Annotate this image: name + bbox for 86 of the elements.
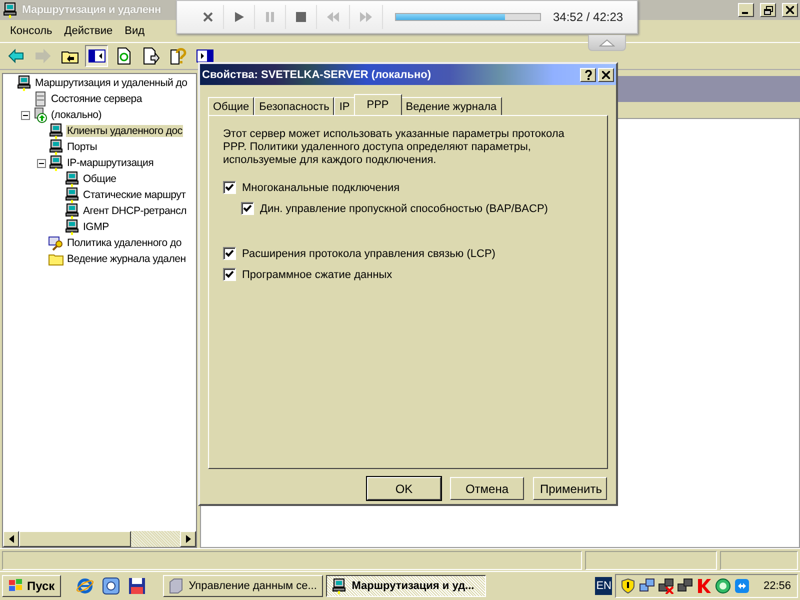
- app-icon[interactable]: [102, 577, 120, 595]
- computer-icon: [48, 139, 64, 155]
- computer-icon: [2, 2, 18, 18]
- tree-item[interactable]: Агент DHCP-ретрансл: [82, 205, 188, 217]
- network-icon[interactable]: [639, 578, 656, 594]
- window-title: Маршрутизация и удаленн: [22, 4, 161, 16]
- arrow-icon: [34, 47, 52, 65]
- computer-icon: [64, 187, 80, 203]
- checkbox[interactable]: [223, 268, 236, 281]
- tree-item[interactable]: IP-маршрутизация: [66, 157, 155, 169]
- checkbox[interactable]: [241, 202, 254, 215]
- clock: 22:56: [763, 580, 791, 592]
- tree-item[interactable]: Общие: [82, 173, 118, 185]
- computer-icon: [48, 155, 64, 171]
- checkbox-label: Программное сжатие данных: [242, 268, 392, 280]
- up-arrow-icon: [599, 38, 615, 46]
- restore-icon: [764, 6, 772, 14]
- browser-icon[interactable]: [76, 577, 94, 595]
- computer-icon: [64, 219, 80, 235]
- tab[interactable]: Общие: [208, 97, 254, 115]
- collapse-tab[interactable]: [588, 35, 626, 51]
- computer-icon: [330, 578, 347, 594]
- network-icon[interactable]: [677, 578, 694, 594]
- checkbox-label: Многоканальные подключения: [242, 182, 400, 194]
- menu-item[interactable]: Консоль: [4, 25, 58, 37]
- menu-item[interactable]: Вид: [118, 25, 151, 37]
- tree-item[interactable]: Политика удаленного до: [66, 237, 182, 249]
- checkbox-label: Дин. управление пропускной способностью (BAP/BACP): [260, 202, 548, 214]
- tree-item[interactable]: Порты: [66, 141, 98, 153]
- left-arrow-icon: [8, 535, 14, 543]
- help-icon: [168, 47, 186, 65]
- tab[interactable]: Ведение журнала: [400, 97, 502, 115]
- restore-button[interactable]: [760, 3, 776, 17]
- taskbar-button[interactable]: Маршрутизация и уд...: [326, 575, 486, 597]
- tree-item[interactable]: Статические маршрут: [82, 189, 187, 201]
- menu-item[interactable]: Действие: [58, 25, 119, 37]
- help-icon: [584, 70, 592, 80]
- checkbox[interactable]: [223, 181, 236, 194]
- panel-icon: [88, 47, 106, 65]
- dialog-button[interactable]: Применить: [533, 477, 607, 500]
- stop-icon[interactable]: [295, 11, 307, 23]
- collapse-toggle[interactable]: [37, 158, 46, 168]
- dialog-button[interactable]: OK: [367, 477, 441, 500]
- right-arrow-icon: [186, 535, 190, 543]
- close-button[interactable]: [782, 3, 798, 17]
- start-button[interactable]: Пуск: [2, 575, 61, 597]
- close-button[interactable]: [598, 68, 614, 82]
- close-icon: [602, 70, 610, 78]
- toolbar-button[interactable]: [85, 45, 108, 67]
- minimize-button[interactable]: [738, 3, 754, 17]
- shield-icon[interactable]: [620, 578, 636, 594]
- tree-item[interactable]: IGMP: [82, 221, 110, 233]
- language-indicator[interactable]: EN: [595, 577, 612, 595]
- computer-icon: [64, 203, 80, 219]
- computer-icon: [48, 123, 64, 139]
- tree-item[interactable]: (локально): [50, 109, 102, 121]
- computer-icon: [64, 171, 80, 187]
- windows-logo-icon: [8, 579, 24, 593]
- policy-icon: [48, 235, 64, 251]
- tree-item[interactable]: Состояние сервера: [50, 93, 143, 105]
- tree-item[interactable]: Ведение журнала удален: [66, 253, 187, 265]
- remote-control-icon[interactable]: [734, 578, 750, 594]
- collapse-toggle[interactable]: [21, 110, 30, 120]
- playback-time: 34:52 / 42:23: [553, 10, 624, 24]
- close-icon[interactable]: [202, 11, 214, 23]
- taskbar-button[interactable]: Управление данным се...: [162, 575, 323, 597]
- server-icon: [32, 107, 48, 123]
- horizontal-scrollbar[interactable]: [3, 531, 196, 547]
- close-icon: [786, 6, 794, 14]
- tree-item[interactable]: Маршрутизация и удаленный до: [34, 77, 188, 89]
- help-button[interactable]: [580, 68, 596, 82]
- dialog-button[interactable]: Отмена: [450, 477, 524, 500]
- play-icon[interactable]: [233, 11, 245, 23]
- tree-item[interactable]: Клиенты удаленного дос: [66, 125, 184, 137]
- checkbox-label: Расширения протокола управления связью (LCP): [242, 248, 496, 260]
- network-disconnected-icon[interactable]: [658, 578, 674, 594]
- refresh-icon: [114, 47, 132, 65]
- dialog-title: Свойства: SVETELKA-SERVER (локально): [202, 68, 432, 80]
- description-text: Этот сервер может использовать указанные параметры протокола PPP. Политики удаленного доступа определяют параметры, используемые для каждого подключения.: [223, 128, 566, 167]
- document-icon: [142, 47, 160, 65]
- tab[interactable]: IP: [334, 97, 355, 115]
- checkbox[interactable]: [223, 247, 236, 260]
- tab[interactable]: PPP: [354, 94, 402, 115]
- panel-icon: [196, 47, 214, 65]
- arrow-icon: [6, 47, 24, 65]
- tab[interactable]: Безопасность: [254, 97, 334, 115]
